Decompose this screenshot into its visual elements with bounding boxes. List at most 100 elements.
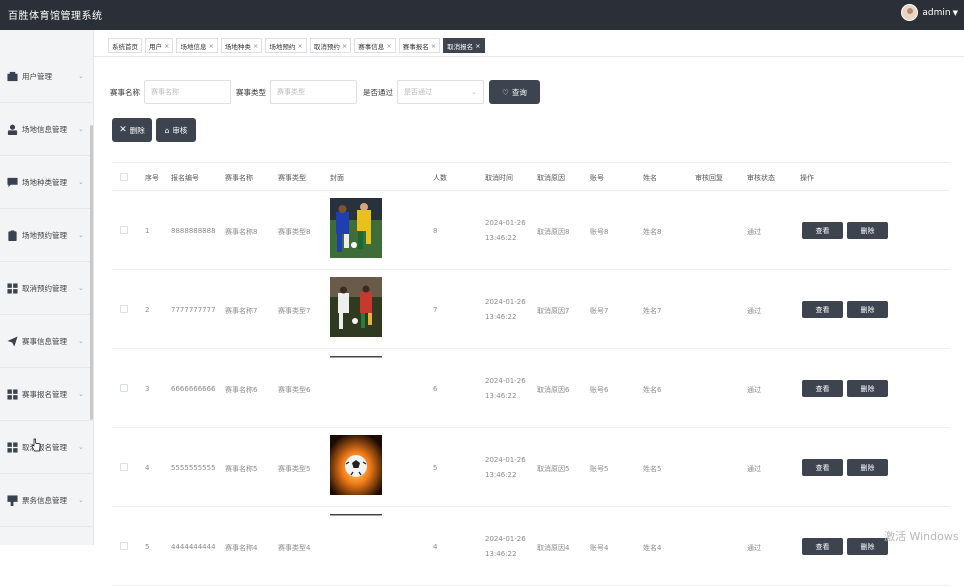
cell-name: 赛事名称7 — [225, 307, 258, 315]
delete-button[interactable]: 删除 — [847, 459, 888, 476]
batch-delete-button[interactable]: ✕ 删除 — [112, 118, 152, 142]
tab-6[interactable]: 赛事信息 × — [354, 38, 396, 53]
row-checkbox[interactable] — [120, 226, 128, 234]
close-icon[interactable]: × — [297, 42, 302, 50]
cell-time: 13:46:22 — [485, 313, 517, 321]
cell-code: 8888888888 — [171, 227, 216, 235]
lock-icon: ⌂ — [164, 125, 170, 135]
view-button[interactable]: 查看 — [802, 459, 843, 476]
tab-label: 赛事信息 — [358, 42, 385, 51]
tab-5[interactable]: 取消预约 × — [309, 38, 352, 53]
tab-2[interactable]: 场地信息 × — [176, 38, 218, 53]
cell-name: 赛事名称6 — [225, 386, 258, 394]
sidebar-scrollbar[interactable] — [90, 125, 93, 420]
sidebar-item-6[interactable]: 赛事报名管理 ⌄ — [0, 368, 92, 421]
cell-index: 5 — [145, 543, 150, 551]
pass-select[interactable]: 是否通过 ⌄ — [397, 80, 484, 104]
chevron-down-icon: ⌄ — [471, 88, 477, 96]
tab-label: 场地信息 — [180, 42, 207, 51]
table-row: 1 8888888888 赛事名称8 赛事类型8 8 取消原因8 账号8 姓名8 通过 2024-… — [112, 191, 950, 270]
close-icon[interactable]: × — [386, 42, 391, 50]
delete-button[interactable]: 删除 — [847, 380, 888, 397]
username[interactable]: admin — [922, 8, 950, 18]
row-checkbox[interactable] — [120, 463, 128, 471]
sidebar-item-3[interactable]: 场地预约管理 ⌄ — [0, 209, 92, 262]
cell-status: 通过 — [747, 228, 761, 236]
tab-divider — [94, 56, 964, 57]
view-button[interactable]: 查看 — [802, 538, 843, 555]
delete-button-label: 删除 — [860, 463, 875, 472]
close-icon[interactable]: × — [253, 42, 258, 50]
tab-7[interactable]: 赛事报名 × — [398, 38, 441, 53]
close-icon[interactable]: × — [208, 42, 213, 50]
view-button-label: 查看 — [815, 384, 830, 393]
cell-date: 2024-01-26 — [485, 298, 526, 306]
cell-status: 通过 — [747, 386, 761, 394]
close-icon[interactable]: × — [431, 42, 436, 50]
batch-delete-label: 删除 — [129, 125, 145, 135]
cell-code: 4444444444 — [171, 543, 216, 551]
close-icon[interactable]: × — [342, 42, 347, 50]
user-menu[interactable]: admin ▼ — [901, 4, 958, 21]
view-button-label: 查看 — [815, 463, 830, 472]
sidebar-item-label: 用户管理 — [22, 71, 52, 81]
review-button-label: 审核 — [172, 125, 188, 135]
sidebar-item-1[interactable]: 场地信息管理 ⌄ — [0, 103, 92, 156]
tab-1[interactable]: 用户 × — [145, 38, 174, 53]
view-button[interactable]: 查看 — [802, 222, 843, 239]
cell-reason: 取消原因8 — [537, 228, 570, 236]
column-header: 赛事类型 — [278, 174, 306, 182]
cell-time: 13:46:22 — [485, 471, 517, 479]
chevron-down-icon: ⌄ — [78, 72, 84, 80]
tab-8[interactable]: 取消报名 × — [443, 38, 485, 53]
hand-cursor-icon — [31, 438, 41, 452]
cell-time: 13:46:22 — [485, 392, 517, 400]
cell-count: 5 — [433, 464, 438, 472]
review-button[interactable]: ⌂ 审核 — [156, 118, 196, 142]
view-button-label: 查看 — [815, 542, 830, 551]
row-checkbox[interactable] — [120, 542, 128, 550]
view-button[interactable]: 查看 — [802, 380, 843, 397]
cover-image — [330, 435, 382, 495]
event-name-label: 赛事名称 — [110, 88, 140, 97]
sidebar-item-5[interactable]: 赛事信息管理 ⌄ — [0, 315, 92, 368]
avatar[interactable] — [901, 4, 919, 21]
sidebar-item-8[interactable]: 票务信息管理 ⌄ — [0, 474, 92, 527]
row-checkbox[interactable] — [120, 305, 128, 313]
tab-label: 系统首页 — [112, 42, 138, 51]
column-header: 账号 — [590, 174, 604, 182]
tab-4[interactable]: 场地预约 × — [265, 38, 307, 53]
delete-button[interactable]: 删除 — [847, 538, 888, 555]
close-icon[interactable]: × — [164, 42, 169, 50]
sidebar-item-0[interactable]: 用户管理 ⌄ — [0, 50, 92, 103]
event-type-input[interactable]: 赛事类型 — [270, 80, 357, 104]
event-name-input[interactable]: 赛事名称 — [144, 80, 231, 104]
clipboard-icon — [7, 229, 18, 241]
cell-account: 账号7 — [590, 307, 609, 315]
sidebar-item-2[interactable]: 场地种类管理 ⌄ — [0, 156, 92, 209]
search-button[interactable]: ♡ 查询 — [489, 80, 540, 104]
sidebar-item-label: 场地信息管理 — [22, 124, 67, 134]
tab-label: 赛事报名 — [402, 42, 429, 51]
close-icon[interactable]: × — [475, 42, 480, 50]
table-row: 4 5555555555 赛事名称5 赛事类型5 5 取消原因5 账号5 姓名5 通过 2024-… — [112, 428, 950, 507]
column-header: 序号 — [145, 174, 159, 182]
column-header: 封面 — [330, 174, 344, 182]
row-checkbox[interactable] — [120, 384, 128, 392]
delete-button[interactable]: 删除 — [847, 301, 888, 318]
sidebar-item-label: 场地种类管理 — [22, 177, 67, 187]
heart-icon: ♡ — [502, 87, 509, 97]
column-header: 报名编号 — [171, 174, 199, 182]
cell-date: 2024-01-26 — [485, 456, 526, 464]
sidebar-item-7[interactable]: 取消报名管理 ⌄ — [0, 421, 92, 474]
cell-account: 账号6 — [590, 386, 609, 394]
cell-name: 赛事名称8 — [225, 228, 258, 236]
tab-bar: 系统首页 用户 × 场地信息 × 场地种类 × 场地预约 × 取消预约 × 赛事信息 × 赛事报名 × 取消报… — [108, 38, 488, 54]
tab-3[interactable]: 场地种类 × — [220, 38, 263, 53]
sidebar-item-4[interactable]: 取消预约管理 ⌄ — [0, 262, 92, 315]
tab-0[interactable]: 系统首页 — [108, 38, 142, 53]
delete-button[interactable]: 删除 — [847, 222, 888, 239]
view-button[interactable]: 查看 — [802, 301, 843, 318]
select-all-checkbox[interactable] — [120, 173, 128, 181]
caret-down-icon[interactable]: ▼ — [953, 9, 958, 17]
